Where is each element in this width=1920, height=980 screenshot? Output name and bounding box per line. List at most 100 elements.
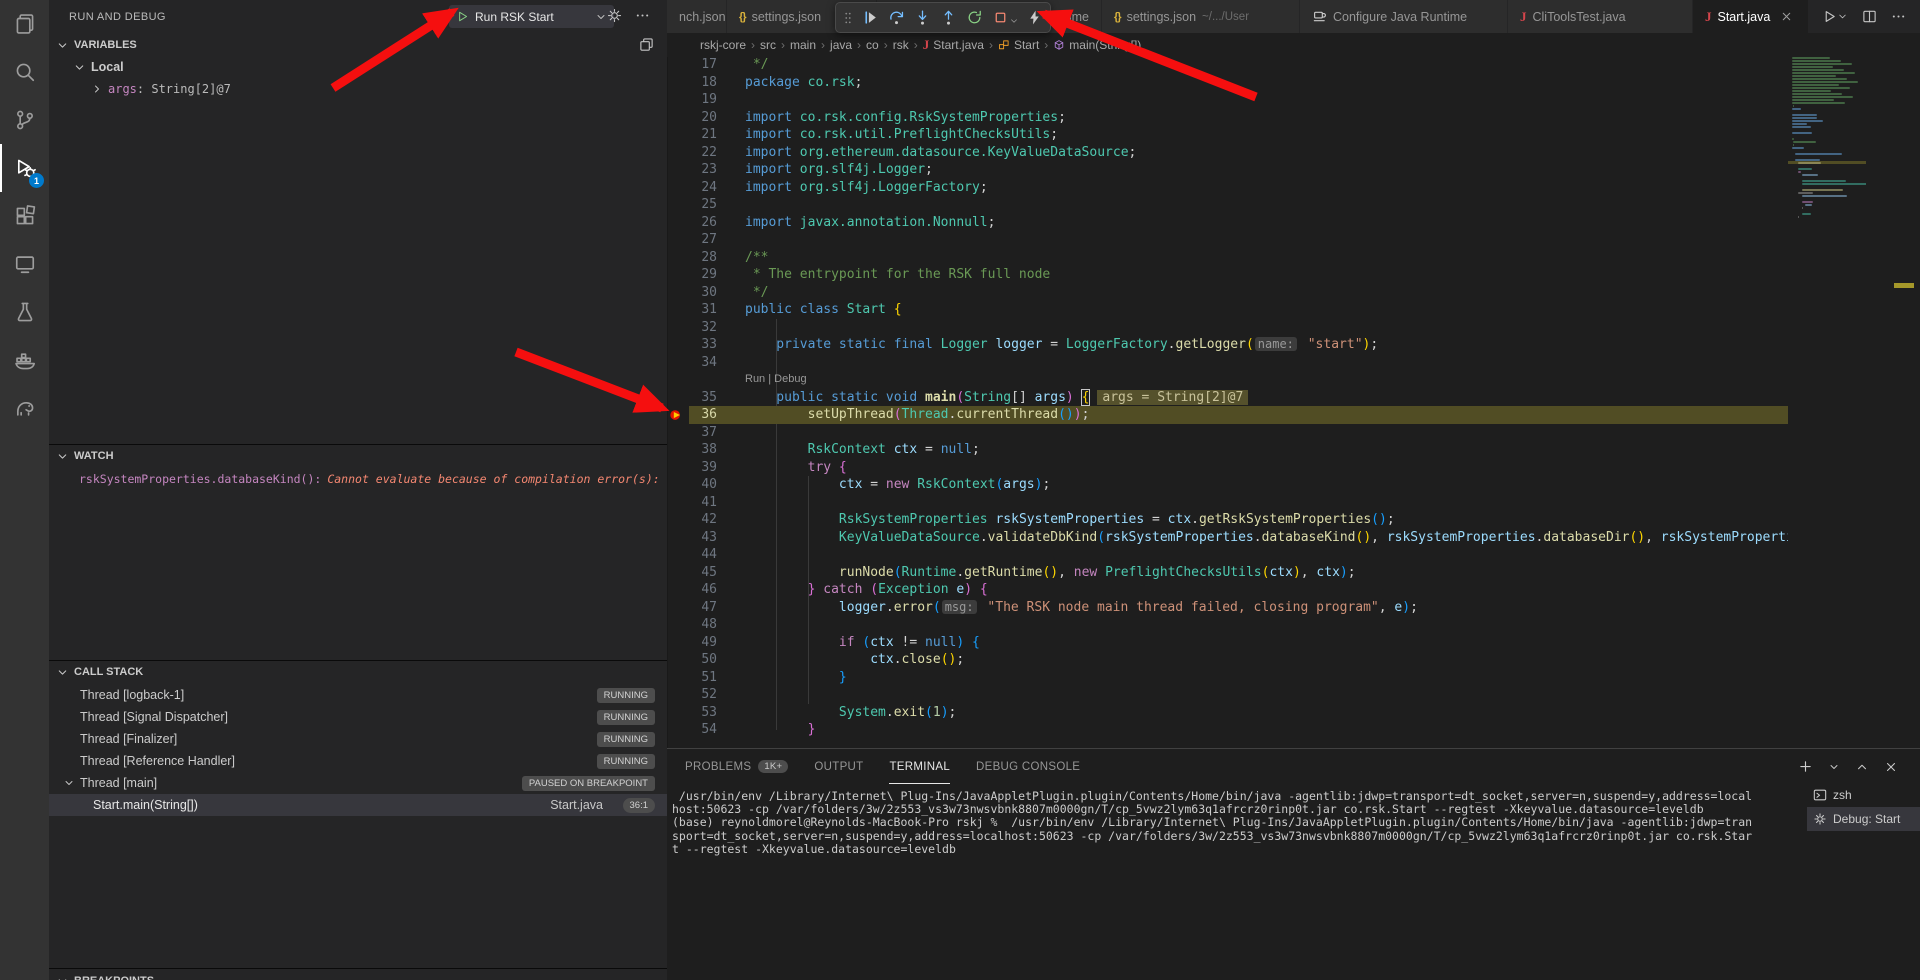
line-number: 35 — [667, 389, 717, 407]
close-icon[interactable] — [1780, 10, 1793, 23]
tab-clitoolstest-java[interactable]: JCliToolsTest.java — [1508, 0, 1693, 33]
chevron-down-icon[interactable] — [1009, 16, 1019, 26]
breadcrumb-item-java[interactable]: java — [830, 38, 852, 52]
run-file-button[interactable] — [1822, 9, 1848, 24]
minimap[interactable] — [1788, 35, 1866, 735]
code-text: import javax.annotation.Nonnull; — [745, 214, 995, 232]
code-line: 43 KeyValueDataSource.validateDbKind(rsk… — [667, 529, 1788, 547]
more-actions-icon[interactable] — [635, 8, 650, 23]
debug-step-over-button[interactable] — [883, 5, 909, 31]
maximize-panel-icon[interactable] — [1855, 760, 1869, 774]
breadcrumb-separator: › — [857, 38, 861, 52]
panel-tab-debug-console[interactable]: DEBUG CONSOLE — [976, 749, 1080, 784]
tab-configure-java-runtime[interactable]: Configure Java Runtime — [1300, 0, 1508, 33]
breakpoints-section-header[interactable]: BREAKPOINTS — [49, 970, 667, 980]
breadcrumb-item-rskj-core[interactable]: rskj-core — [700, 38, 746, 52]
codelens-run-debug[interactable]: Run | Debug — [745, 371, 807, 389]
watch-section-header[interactable]: WATCH — [49, 445, 667, 467]
watch-expression-row[interactable]: rskSystemProperties.databaseKind(): Cann… — [49, 468, 668, 490]
code-line: 45 runNode(Runtime.getRuntime(), new Pre… — [667, 564, 1788, 582]
thread-status-badge: RUNNING — [597, 754, 655, 769]
activity-item-source-control[interactable] — [0, 96, 49, 144]
call-stack-thread[interactable]: Thread [Signal Dispatcher]RUNNING — [49, 706, 667, 728]
code-text: KeyValueDataSource.validateDbKind(rskSys… — [745, 529, 1888, 547]
code-text: import org.slf4j.LoggerFactory; — [745, 179, 988, 197]
terminal-line: (base) reynoldmorel@Reynolds-MacBook-Pro… — [672, 815, 1752, 829]
breadcrumb-item-src[interactable]: src — [760, 38, 776, 52]
session-zsh[interactable]: zsh — [1807, 783, 1920, 807]
breadcrumb-item-start[interactable]: Start — [998, 38, 1039, 52]
debug-step-out-button[interactable] — [935, 5, 961, 31]
call-stack-thread[interactable]: Thread [main]PAUSED ON BREAKPOINT — [49, 772, 667, 794]
code-text: import org.slf4j.Logger; — [745, 161, 933, 179]
activity-item-run-and-debug[interactable]: 1 — [0, 144, 49, 192]
code-text: import org.ethereum.datasource.KeyValueD… — [745, 144, 1136, 162]
tab-settings-json[interactable]: {}settings.json~/.../User — [1102, 0, 1300, 33]
terminal-profile-chevron-icon[interactable] — [1828, 761, 1840, 773]
new-terminal-icon[interactable] — [1798, 759, 1813, 774]
call-stack-thread[interactable]: Thread [logback-1]RUNNING — [49, 684, 667, 706]
debug-restart-button[interactable] — [961, 5, 987, 31]
debug-step-into-button[interactable] — [909, 5, 935, 31]
line-number: 43 — [667, 529, 717, 547]
gradle-icon — [14, 397, 36, 419]
code-text: */ — [745, 56, 768, 74]
variable-args[interactable]: args : String[2]@7 — [49, 78, 668, 100]
terminal-output[interactable]: /usr/bin/env /Library/Internet\ Plug-Ins… — [672, 789, 1800, 979]
line-number: 30 — [667, 284, 717, 302]
split-editor-icon[interactable] — [1862, 9, 1877, 24]
call-stack-thread[interactable]: Thread [Reference Handler]RUNNING — [49, 750, 667, 772]
terminal-icon — [1813, 788, 1827, 802]
activity-item-search[interactable] — [0, 48, 49, 96]
breadcrumb-separator: › — [751, 38, 755, 52]
breadcrumb-separator: › — [781, 38, 785, 52]
activity-item-remote-explorer[interactable] — [0, 240, 49, 288]
frame-position-badge: 36:1 — [623, 798, 656, 813]
activity-item-docker[interactable] — [0, 336, 49, 384]
variables-section-header[interactable]: VARIABLES — [49, 34, 667, 56]
gear-icon[interactable] — [607, 8, 622, 23]
tab-start-java[interactable]: JStart.java — [1693, 0, 1811, 33]
breadcrumb-item-rsk[interactable]: rsk — [893, 38, 909, 52]
debug-hot-code-replace-button[interactable] — [1021, 5, 1047, 31]
code-line: 33 private static final Logger logger = … — [667, 336, 1788, 354]
variables-scope-local[interactable]: Local — [49, 56, 668, 78]
code-line: 37 — [667, 424, 1788, 442]
activity-item-extensions[interactable] — [0, 192, 49, 240]
line-number: 46 — [667, 581, 717, 599]
launch-config-dropdown[interactable]: Run RSK Start — [449, 5, 614, 28]
vscode-window: 1 RUN AND DEBUG Run RSK Start VARIABLES … — [0, 0, 1920, 980]
sidebar-title: RUN AND DEBUG — [69, 0, 166, 33]
panel-tab-output[interactable]: OUTPUT — [814, 749, 863, 784]
session-debug-start[interactable]: Debug: Start — [1807, 807, 1920, 831]
breadcrumb-item-main[interactable]: main — [790, 38, 816, 52]
tab-nch-json[interactable]: nch.json — [667, 0, 727, 33]
breadcrumb-item-co[interactable]: co — [866, 38, 879, 52]
activity-item-explorer[interactable] — [0, 0, 49, 48]
line-number: 44 — [667, 546, 717, 564]
more-actions-icon[interactable] — [1891, 9, 1906, 24]
drag-grip-icon[interactable] — [839, 11, 857, 25]
line-number: 22 — [667, 144, 717, 162]
variables-header-label: VARIABLES — [74, 39, 137, 51]
code-text: } catch (Exception e) { — [745, 581, 988, 599]
breadcrumb-item-start-java[interactable]: JStart.java — [923, 37, 984, 53]
panel-tab-problems[interactable]: PROBLEMS1K+ — [685, 749, 788, 784]
panel-tab-terminal[interactable]: TERMINAL — [889, 749, 950, 784]
call-stack-frame[interactable]: Start.main(String[])Start.java36:1 — [49, 794, 667, 816]
call-stack-section-header[interactable]: CALL STACK — [49, 661, 667, 683]
code-line: 20import co.rsk.config.RskSystemProperti… — [667, 109, 1788, 127]
activity-item-gradle[interactable] — [0, 384, 49, 432]
code-line: 40 ctx = new RskContext(args); — [667, 476, 1788, 494]
activity-item-testing[interactable] — [0, 288, 49, 336]
debug-continue-button[interactable] — [857, 5, 883, 31]
thread-status-badge: PAUSED ON BREAKPOINT — [522, 776, 655, 791]
code-line: 30 */ — [667, 284, 1788, 302]
breadcrumb-item-main-string-[interactable]: main(String[]) — [1053, 38, 1141, 52]
breadcrumb-separator: › — [1044, 38, 1048, 52]
code-line: 23import org.slf4j.Logger; — [667, 161, 1788, 179]
debug-toolbar — [835, 2, 1051, 33]
code-editor[interactable]: 17 */18package co.rsk;1920import co.rsk.… — [667, 0, 1920, 748]
call-stack-thread[interactable]: Thread [Finalizer]RUNNING — [49, 728, 667, 750]
close-panel-icon[interactable] — [1884, 760, 1898, 774]
